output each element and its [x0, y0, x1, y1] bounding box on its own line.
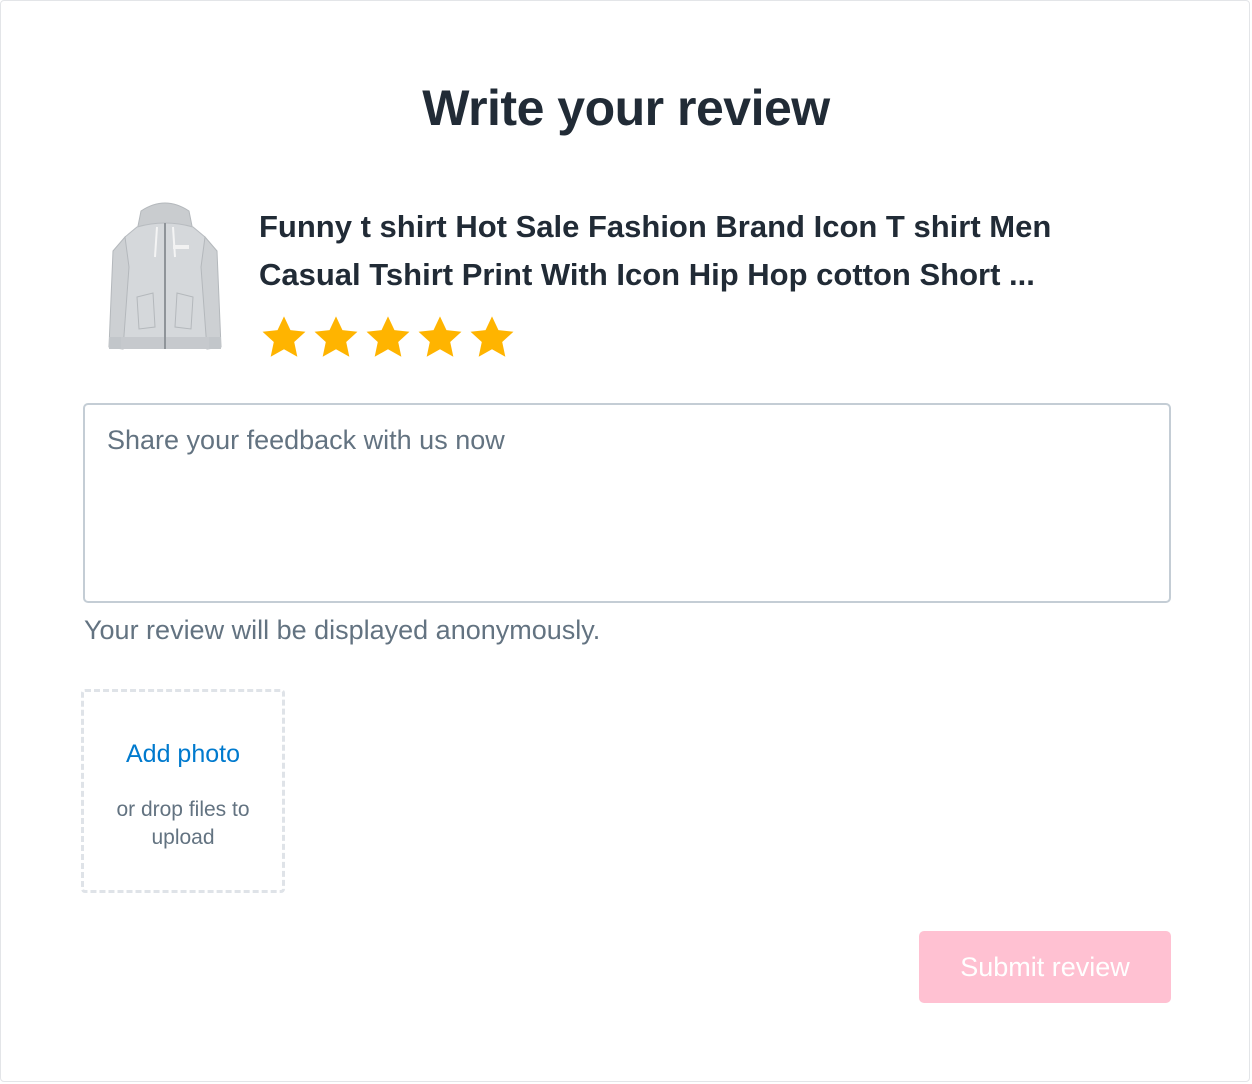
product-thumbnail: [108, 202, 222, 350]
product-name-line-1: Funny t shirt Hot Sale Fashion Brand Ico…: [259, 209, 1052, 244]
add-photo-link[interactable]: Add photo: [84, 740, 282, 769]
star-icon[interactable]: [415, 313, 465, 363]
review-card: Write your review Funny t shirt Hot Sale…: [0, 0, 1250, 1082]
star-icon[interactable]: [259, 313, 309, 363]
star-icon[interactable]: [467, 313, 517, 363]
product-name: Funny t shirt Hot Sale Fashion Brand Ico…: [259, 203, 1119, 299]
page-title: Write your review: [422, 80, 830, 136]
star-icon[interactable]: [363, 313, 413, 363]
star-rating[interactable]: [259, 313, 517, 365]
product-summary: Funny t shirt Hot Sale Fashion Brand Ico…: [101, 197, 1101, 367]
submit-review-button[interactable]: Submit review: [919, 931, 1171, 1003]
photo-upload-dropzone[interactable]: Add photo or drop files to upload: [81, 689, 285, 893]
feedback-textarea[interactable]: [83, 403, 1171, 603]
star-icon[interactable]: [311, 313, 361, 363]
product-name-line-2: Casual Tshirt Print With Icon Hip Hop co…: [259, 257, 1035, 292]
drop-files-hint: or drop files to upload: [116, 798, 250, 849]
anonymity-note: Your review will be displayed anonymousl…: [84, 615, 601, 645]
